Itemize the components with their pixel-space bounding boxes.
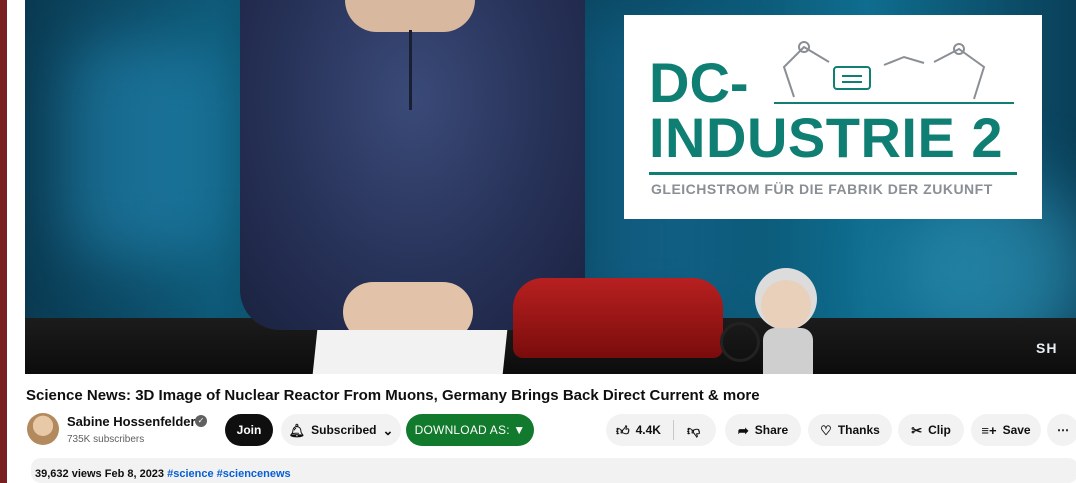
save-button[interactable]: ≡+ Save [971, 414, 1041, 446]
ad-overlay-card: DC- INDUSTRIE 2 GLEICHSTROM FÜR DIE FABR… [624, 15, 1042, 219]
telephone-cord [720, 322, 760, 362]
ad-heading-line1: DC- [649, 51, 749, 114]
description-meta: 39,632 views Feb 8, 2023 #science #scien… [35, 468, 291, 480]
share-arrow-icon: ➦ [737, 422, 749, 438]
clip-button[interactable]: ✂ Clip [898, 414, 964, 446]
einstein-figurine-body [763, 328, 813, 374]
join-label: Join [236, 423, 262, 437]
subscribed-button[interactable]: 🔔︎ Subscribed ⌄ [281, 414, 401, 446]
presenter-neck [345, 0, 475, 32]
channel-avatar[interactable] [27, 413, 59, 445]
subscriber-count: 735K subscribers [67, 434, 145, 445]
ad-heading-line2: INDUSTRIE 2 [649, 106, 1003, 169]
robot-arms-icon [774, 41, 1014, 104]
page-frame: SH DC- INDUSTRIE 2 GLEICHSTROM FÜR DIE F… [7, 0, 1076, 483]
ad-tagline: GLEICHSTROM FÜR DIE FABRIK DER ZUKUNFT [651, 181, 993, 197]
video-player[interactable]: SH DC- INDUSTRIE 2 GLEICHSTROM FÜR DIE F… [25, 0, 1076, 374]
like-dislike-group: 👍︎ 4.4K 👎︎ [606, 414, 716, 446]
ad-divider [649, 172, 1017, 175]
check-circle-icon: ✓ [195, 415, 207, 427]
channel-name[interactable]: Sabine Hossenfelder [67, 414, 196, 429]
download-label: DOWNLOAD AS: ▼ [414, 423, 526, 437]
bell-icon: 🔔︎ [288, 422, 306, 438]
description-box[interactable]: 39,632 views Feb 8, 2023 #science #scien… [31, 458, 1076, 483]
share-label: Share [754, 423, 789, 437]
chevron-down-icon: ⌄ [382, 422, 394, 438]
more-icon: ⋯ [1057, 423, 1069, 437]
subscribed-label: Subscribed [311, 423, 377, 437]
heart-dollar-icon: ♡ [820, 422, 832, 438]
red-telephone [513, 278, 723, 358]
background-glow [65, 40, 225, 260]
thanks-label: Thanks [837, 423, 880, 437]
einstein-figurine-head [761, 280, 811, 330]
like-divider [673, 420, 674, 440]
zipper [409, 30, 412, 110]
video-title: Science News: 3D Image of Nuclear Reacto… [26, 387, 760, 404]
save-label: Save [1002, 423, 1031, 437]
share-button[interactable]: ➦ Share [725, 414, 801, 446]
view-count: 39,632 views [35, 468, 102, 480]
paper-sheet [312, 330, 508, 374]
thumbs-down-icon[interactable]: 👎︎ [687, 424, 700, 437]
scissors-icon: ✂ [911, 422, 923, 438]
clip-label: Clip [928, 423, 951, 437]
thanks-button[interactable]: ♡ Thanks [808, 414, 892, 446]
playlist-add-icon: ≡+ [981, 422, 997, 438]
thumbs-up-icon[interactable]: 👍︎ [616, 424, 630, 437]
hashtag-links[interactable]: #science #sciencenews [167, 468, 291, 480]
channel-watermark: SH [1036, 340, 1058, 356]
more-actions-button[interactable]: ⋯ [1047, 414, 1076, 446]
join-button[interactable]: Join [225, 414, 273, 446]
download-button[interactable]: DOWNLOAD AS: ▼ [406, 414, 534, 446]
like-count[interactable]: 4.4K [636, 423, 661, 437]
upload-date: Feb 8, 2023 [104, 468, 165, 480]
